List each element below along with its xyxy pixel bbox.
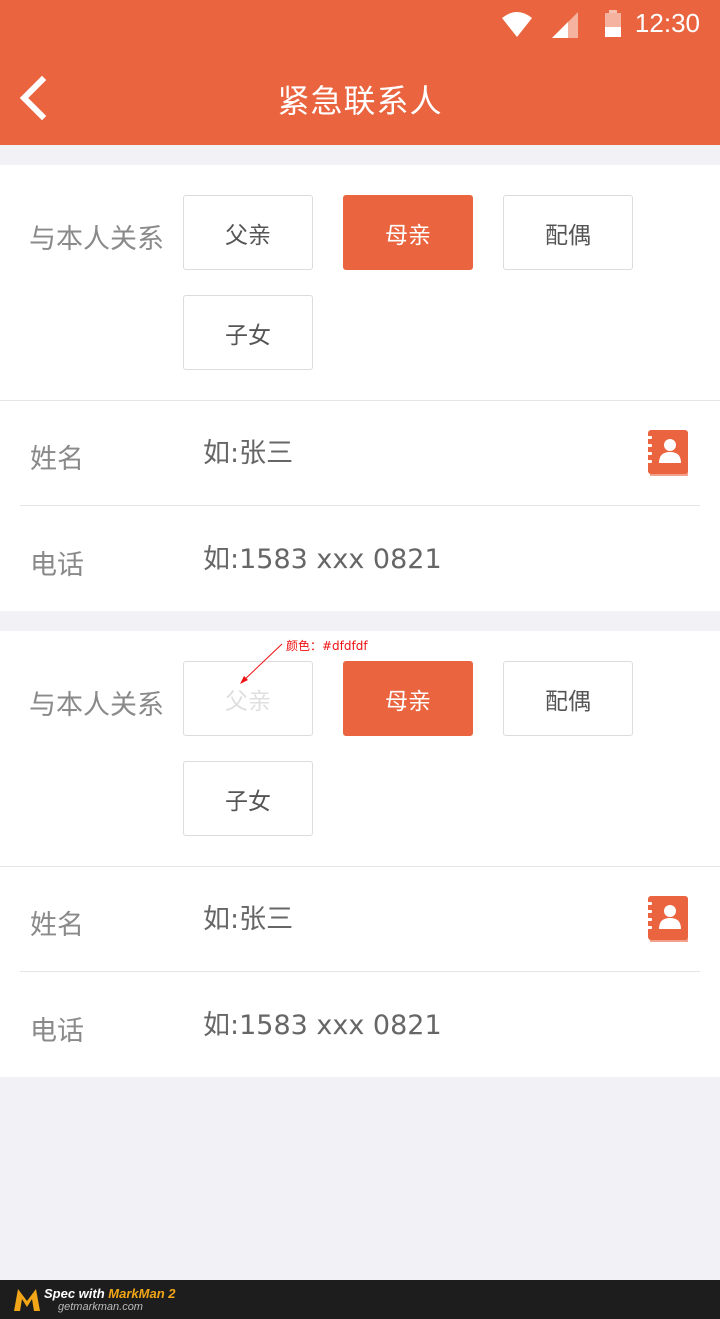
divider <box>20 505 700 506</box>
address-book-icon <box>646 430 688 476</box>
footer-brand: MarkMan 2 <box>108 1286 176 1301</box>
name-label: 姓名 <box>30 444 84 475</box>
relation-mother-button[interactable]: 母亲 <box>343 195 473 270</box>
signal-icon <box>552 12 578 38</box>
footer-spec-prefix: Spec with <box>44 1286 109 1301</box>
markman-logo-icon <box>14 1289 40 1311</box>
contact-card-1: 与本人关系 父亲 母亲 配偶 子女 姓名 电话 <box>0 165 720 611</box>
battery-icon <box>605 10 621 37</box>
relation-spouse-button[interactable]: 配偶 <box>503 195 633 270</box>
app-header: 12:30 紧急联系人 <box>0 0 720 145</box>
name-input[interactable] <box>203 428 623 478</box>
phone-input[interactable] <box>203 534 623 584</box>
relation-father-button[interactable]: 父亲 <box>183 195 313 270</box>
relation-child-button[interactable]: 子女 <box>183 295 313 370</box>
relation-mother-button[interactable]: 母亲 <box>343 661 473 736</box>
phone-input[interactable] <box>203 1000 623 1050</box>
divider <box>20 971 700 972</box>
page-title: 紧急联系人 <box>277 82 443 120</box>
footer-spec-text: Spec with MarkMan 2 <box>44 1286 176 1301</box>
phone-label: 电话 <box>30 550 84 581</box>
footer-bar: Spec with MarkMan 2 getmarkman.com <box>0 1280 720 1319</box>
name-label: 姓名 <box>30 910 84 941</box>
status-bar: 12:30 <box>0 0 720 50</box>
relation-label: 与本人关系 <box>29 690 164 721</box>
annotation-arrow-icon <box>240 643 283 684</box>
status-time: 12:30 <box>634 8 700 38</box>
name-input[interactable] <box>203 894 623 944</box>
contacts-picker-button[interactable] <box>644 428 692 478</box>
footer-url: getmarkman.com <box>58 1301 143 1313</box>
relation-label: 与本人关系 <box>29 224 164 255</box>
contacts-picker-button[interactable] <box>644 894 692 944</box>
divider <box>0 400 720 401</box>
address-book-icon <box>646 896 688 942</box>
phone-label: 电话 <box>30 1016 84 1047</box>
divider <box>0 866 720 867</box>
wifi-icon <box>502 12 532 37</box>
annotation-text: 颜色：#dfdfdf <box>286 639 368 653</box>
relation-spouse-button[interactable]: 配偶 <box>503 661 633 736</box>
relation-child-button[interactable]: 子女 <box>183 761 313 836</box>
contact-card-2: 与本人关系 父亲 母亲 配偶 子女 姓名 电话 <box>0 631 720 1077</box>
